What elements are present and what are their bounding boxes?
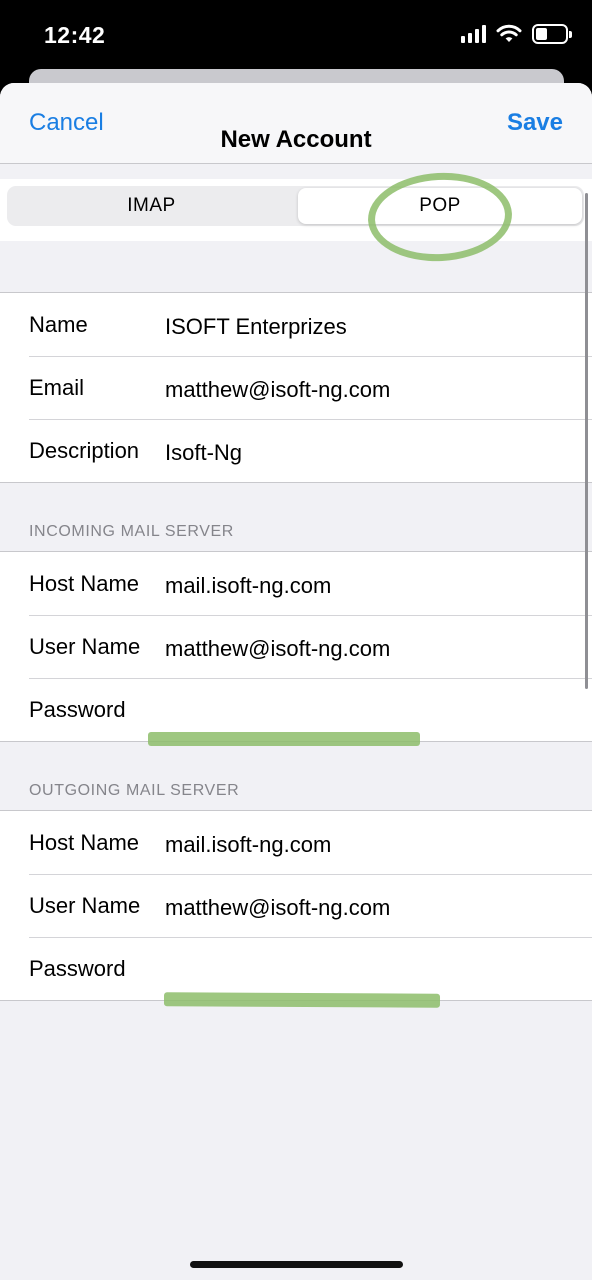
outgoing-username-label: User Name <box>29 893 141 918</box>
description-label: Description <box>29 438 140 463</box>
email-row[interactable]: Email matthew@isoft-ng.com <box>0 356 592 419</box>
status-icons <box>461 24 572 44</box>
status-time: 12:42 <box>44 22 106 48</box>
incoming-host-label: Host Name <box>29 571 140 596</box>
incoming-username-field[interactable]: matthew@isoft-ng.com <box>165 617 390 680</box>
cellular-signal-icon <box>461 25 486 43</box>
incoming-password-label: Password <box>29 697 126 722</box>
incoming-host-row[interactable]: Host Name mail.isoft-ng.com <box>0 552 592 615</box>
segment-imap[interactable]: IMAP <box>7 186 296 226</box>
incoming-server-group: Host Name mail.isoft-ng.com User Name ma… <box>0 551 592 742</box>
outgoing-username-field[interactable]: matthew@isoft-ng.com <box>165 876 390 939</box>
battery-icon <box>532 24 572 44</box>
name-field[interactable]: ISOFT Enterprizes <box>165 295 347 358</box>
annotation-underline-outgoing-password <box>163 992 441 1008</box>
email-label: Email <box>29 375 85 400</box>
description-field[interactable]: Isoft-Ng <box>165 421 242 484</box>
wifi-icon <box>496 24 522 42</box>
outgoing-host-label: Host Name <box>29 830 140 855</box>
incoming-username-row[interactable]: User Name matthew@isoft-ng.com <box>0 615 592 678</box>
status-bar: 12:42 <box>0 0 592 70</box>
outgoing-section-header: OUTGOING MAIL SERVER <box>29 782 240 799</box>
name-row[interactable]: Name ISOFT Enterprizes <box>0 293 592 356</box>
scrollbar[interactable] <box>585 193 588 689</box>
outgoing-username-row[interactable]: User Name matthew@isoft-ng.com <box>0 874 592 937</box>
home-indicator[interactable] <box>190 1261 403 1268</box>
account-info-group: Name ISOFT Enterprizes Email matthew@iso… <box>0 292 592 483</box>
incoming-section-header: INCOMING MAIL SERVER <box>29 523 234 540</box>
outgoing-host-row[interactable]: Host Name mail.isoft-ng.com <box>0 811 592 874</box>
outgoing-password-label: Password <box>29 956 126 981</box>
page-title: New Account <box>220 126 372 153</box>
battery-level <box>536 28 548 40</box>
name-label: Name <box>29 312 88 337</box>
outgoing-server-group: Host Name mail.isoft-ng.com User Name ma… <box>0 810 592 1001</box>
save-button[interactable]: Save <box>507 109 563 137</box>
nav-bar: Cancel New Account Save <box>0 83 592 164</box>
description-row[interactable]: Description Isoft-Ng <box>0 419 592 482</box>
incoming-username-label: User Name <box>29 634 141 659</box>
outgoing-password-row[interactable]: Password <box>0 937 592 1000</box>
new-account-sheet: Cancel New Account Save IMAP POP Name IS… <box>0 83 592 1280</box>
email-field[interactable]: matthew@isoft-ng.com <box>165 358 390 421</box>
annotation-underline-incoming-password <box>148 732 420 746</box>
outgoing-host-field[interactable]: mail.isoft-ng.com <box>165 813 331 876</box>
incoming-host-field[interactable]: mail.isoft-ng.com <box>165 554 331 617</box>
